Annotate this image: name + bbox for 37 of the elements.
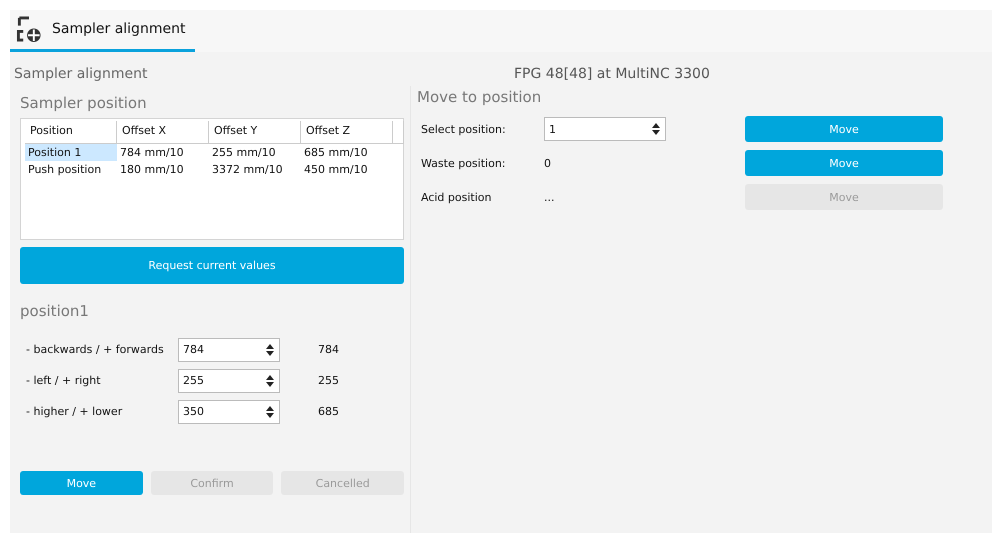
spin-arrows-icon[interactable] [651,122,661,136]
column-header[interactable]: Offset Y [209,121,301,144]
table-cell[interactable]: 450 mm/10 [301,161,393,178]
sampler-icon [16,16,42,42]
spin-arrows-icon[interactable] [265,404,275,418]
position-label: Waste position: [421,156,506,170]
column-header[interactable]: Offset X [117,121,209,144]
table-cell[interactable]: 3372 mm/10 [209,161,301,178]
section-title: Move to position [417,88,542,106]
section-title: position1 [20,302,90,320]
spin-field[interactable]: 350 [178,400,280,424]
current-value: 255 [318,374,340,387]
tab[interactable]: Sampler alignment [10,14,196,52]
table-cell[interactable]: 685 mm/10 [301,144,393,161]
position-label: Select position: [421,122,507,136]
table-cell[interactable]: Push position [25,161,117,178]
position-value: ... [544,190,556,204]
spin-field[interactable]: 784 [178,338,280,362]
instrument-name: FPG 48[48] at MultiNC 3300 [514,66,710,82]
spin-arrows-icon[interactable] [265,342,275,356]
table-cell[interactable]: 180 mm/10 [117,161,209,178]
axis-label: - backwards / + forwards [26,343,165,356]
current-value: 685 [318,405,340,418]
axis-label: - left / + right [26,374,102,387]
table-cell[interactable]: 784 mm/10 [117,144,209,161]
page-title: Sampler alignment [14,66,148,82]
section-title: Sampler position [20,94,148,112]
position-label: Acid position [421,190,492,204]
spin-field[interactable]: 255 [178,368,280,392]
axis-label: - higher / + lower [26,405,124,418]
column-header[interactable]: Offset Z [301,121,393,144]
spin-field[interactable]: 1 [544,117,666,141]
spin-arrows-icon[interactable] [265,374,275,388]
table-cell[interactable]: 255 mm/10 [209,144,301,161]
table-cell[interactable]: Position 1 [25,144,117,161]
position-value: 0 [544,156,552,170]
current-value: 784 [318,343,340,356]
